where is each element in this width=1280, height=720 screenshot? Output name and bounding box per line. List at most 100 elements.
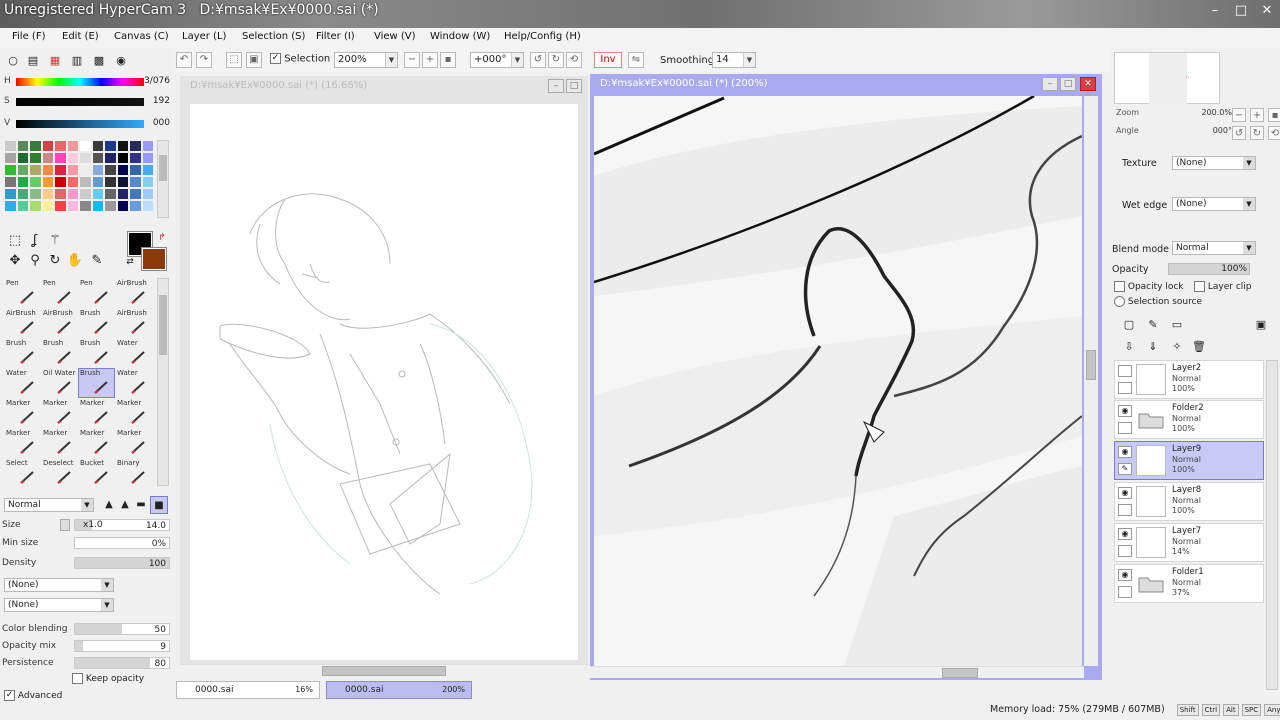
brush-tool[interactable]: Deselect [41, 458, 78, 488]
layer-row[interactable]: ◉ Layer7 Normal 14% [1114, 523, 1264, 562]
color-wheel-icon[interactable]: ○ [4, 52, 22, 70]
brush-tool[interactable]: Marker [41, 398, 78, 428]
brush-tool[interactable]: Brush [78, 308, 115, 338]
color-swatch[interactable] [79, 176, 92, 188]
menu-selection[interactable]: Selection (S) [242, 31, 305, 42]
color-swatch[interactable] [54, 188, 67, 200]
brush-tool[interactable]: AirBrush [115, 308, 152, 338]
color-swatch[interactable] [91, 200, 104, 212]
doc-tab-active[interactable]: 0000.sai 200% [326, 681, 472, 699]
color-swatch[interactable] [16, 176, 29, 188]
brush-tool[interactable]: Bucket [78, 458, 115, 488]
layer-lock-icon[interactable] [1118, 504, 1132, 516]
persistence-row[interactable]: Persistence 80 [2, 656, 170, 670]
color-swatch[interactable] [16, 188, 29, 200]
color-swatch[interactable] [79, 200, 92, 212]
color-swatch[interactable] [116, 164, 129, 176]
blend-mode-select[interactable]: Normal ▼ [1172, 241, 1256, 255]
brush-scroll-thumb[interactable] [159, 295, 167, 355]
color-swatch[interactable] [129, 188, 142, 200]
brush-shape-select[interactable]: (None) ▼ [4, 598, 114, 612]
brush-texture-select[interactable]: (None) ▼ [4, 578, 114, 592]
color-swatch[interactable] [66, 164, 79, 176]
color-swatch[interactable] [129, 164, 142, 176]
doc-tab-overview[interactable]: 0000.sai 16% [176, 681, 320, 699]
color-swatch[interactable] [29, 140, 42, 152]
color-swatch[interactable] [91, 152, 104, 164]
canvas-vscroll-thumb[interactable] [1086, 350, 1096, 380]
swap-colors-icon[interactable]: ⇄ [124, 256, 136, 268]
new-linework-layer-icon[interactable]: ✎ [1144, 316, 1162, 334]
scratchpad-icon[interactable]: ◉ [112, 52, 130, 70]
brush-tool[interactable]: AirBrush [4, 308, 41, 338]
color-swatch[interactable] [129, 140, 142, 152]
brush-tool[interactable]: Brush [4, 338, 41, 368]
color-swatch[interactable] [129, 152, 142, 164]
size-lock-icon[interactable] [60, 519, 70, 531]
color-swatch[interactable] [29, 200, 42, 212]
zoom-out-icon[interactable]: − [404, 52, 420, 68]
color-mixer-icon[interactable]: ▥ [68, 52, 86, 70]
navigator-zoom-row[interactable]: Zoom 200.0% [1114, 108, 1234, 120]
density-row[interactable]: Density 100 [2, 556, 170, 570]
canvas-horizontal-scrollbar[interactable] [180, 664, 588, 676]
brush-tool[interactable]: Brush [78, 338, 115, 368]
minimize-button[interactable]: – [1206, 3, 1224, 19]
brush-target-icon[interactable]: ✎ [1118, 463, 1132, 475]
maximize-canvas-button[interactable]: □ [1060, 77, 1076, 91]
selection-source-toggle[interactable]: Selection source [1114, 296, 1202, 307]
nav-rotate-reset-icon[interactable]: ⟲ [1268, 126, 1280, 140]
layer-folder-row[interactable]: ◉ Folder2 Normal 100% [1114, 400, 1264, 439]
brush-tool[interactable]: Marker [78, 428, 115, 458]
color-swatch[interactable] [4, 200, 17, 212]
color-swatch[interactable] [104, 164, 117, 176]
reset-colors-icon[interactable]: ↱ [156, 232, 168, 244]
texture-select[interactable]: (None) ▼ [1172, 156, 1256, 170]
layer-row[interactable]: ◉ ✎ Layer9 Normal 100% [1114, 441, 1264, 480]
canvas-vertical-scrollbar[interactable] [1084, 96, 1098, 666]
brush-tool[interactable]: Marker [78, 398, 115, 428]
color-swatch[interactable] [116, 176, 129, 188]
color-swatch[interactable] [16, 200, 29, 212]
keep-opacity-toggle[interactable]: Keep opacity [72, 673, 144, 684]
maximize-button[interactable]: □ [1232, 3, 1250, 19]
color-swatch[interactable] [41, 176, 54, 188]
canvas-scroll-thumb[interactable] [322, 666, 446, 676]
color-swatch[interactable] [104, 176, 117, 188]
color-swatch[interactable] [116, 152, 129, 164]
visibility-eye-icon[interactable]: ◉ [1118, 405, 1132, 417]
marquee-icon[interactable]: ⬚ [6, 232, 24, 250]
deselect-icon[interactable]: ⬚ [226, 52, 242, 68]
color-swatch[interactable] [129, 176, 142, 188]
canvas-scroll-thumb[interactable] [942, 668, 978, 678]
brush-tool[interactable]: Brush [78, 368, 115, 398]
value-bar[interactable] [16, 120, 144, 128]
min-size-row[interactable]: Min size 0% [2, 536, 170, 550]
color-swatch[interactable] [66, 140, 79, 152]
new-layer-icon[interactable]: ▢ [1120, 316, 1138, 334]
selection-source-radio[interactable] [1114, 296, 1125, 307]
brush-tool[interactable]: Brush [41, 338, 78, 368]
brush-tool[interactable]: Marker [115, 428, 152, 458]
layer-row[interactable]: ◉ Layer8 Normal 100% [1114, 482, 1264, 521]
color-swatch[interactable] [104, 188, 117, 200]
brush-size-row[interactable]: Size x1.0 14.0 [2, 518, 170, 532]
brush-tool[interactable]: Pen [41, 278, 78, 308]
layer-lock-icon[interactable] [1118, 545, 1132, 557]
undo-icon[interactable]: ↶ [176, 52, 192, 68]
brush-tool[interactable]: Pen [4, 278, 41, 308]
brush-mode-select[interactable]: Normal ▼ [4, 498, 94, 512]
color-swatch[interactable] [116, 188, 129, 200]
rotate-left-icon[interactable]: ↺ [530, 52, 546, 68]
color-swatch[interactable] [104, 200, 117, 212]
brush-tool[interactable]: Binary [115, 458, 152, 488]
layer-folder-row[interactable]: ◉ Folder1 Normal 37% [1114, 564, 1264, 603]
color-swatch[interactable] [66, 188, 79, 200]
visibility-eye-icon[interactable]: ◉ [1118, 528, 1132, 540]
opacity-mix-bar[interactable]: 9 [74, 640, 170, 652]
selection-toggle[interactable]: ✓ Selection [270, 53, 330, 65]
brush-tool[interactable]: Oil Water [41, 368, 78, 398]
navigator-angle-row[interactable]: Angle 000° [1114, 126, 1234, 138]
advanced-checkbox[interactable]: ✓ [4, 690, 15, 701]
color-swatch[interactable] [141, 140, 154, 152]
